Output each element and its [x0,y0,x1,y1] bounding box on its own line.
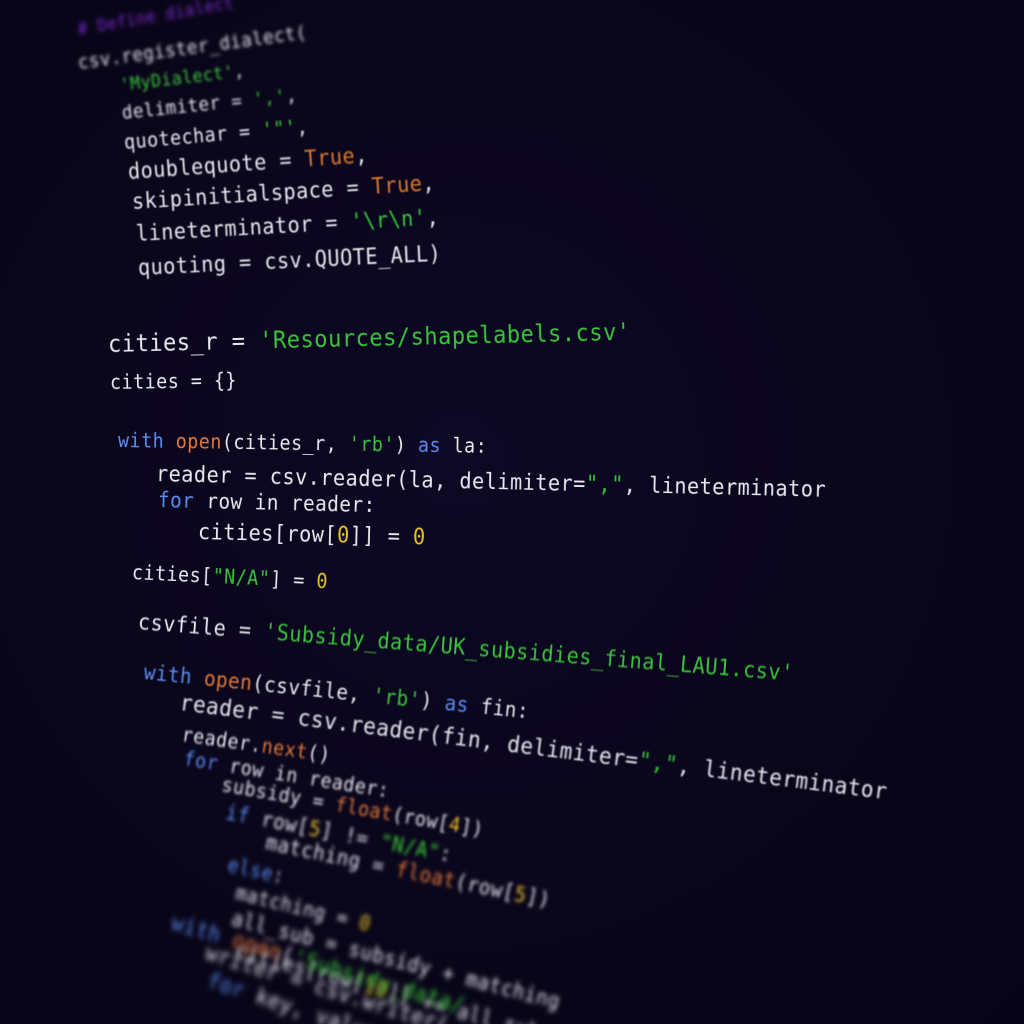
code-token: cities[ [131,560,214,588]
code-token: , lineterminator [676,752,889,806]
code-token: True [371,171,424,200]
code-token: with [142,660,206,691]
code-token: "," [636,748,680,779]
code-token: '"' [260,115,298,143]
code-token: open [175,428,223,454]
code-token: True [303,143,356,173]
code-token: "N/A" [212,563,271,591]
code-line: quoting = csv.QUOTE_ALL) [137,242,441,281]
code-token: ',' [252,85,288,111]
code-token: la: [440,433,488,458]
code-token: 'rb' [371,683,422,713]
code-token: (cities_r, [221,429,349,456]
code-token: 0 [315,568,329,594]
code-token: (row[ [453,869,518,906]
code-line: else: [225,852,287,888]
code-token: "," [585,472,625,499]
code-token: 'Resources/shapelabels.csv' [258,317,631,355]
code-token: lineterminator = [135,210,352,247]
code-token: 'Subsidy_data/UK_subsidies_final_LAU1.cs… [263,619,795,687]
code-token: ] = [269,566,317,593]
code-line: for row in reader: [158,488,376,517]
code-token: , [421,170,436,197]
code-token: 0 [412,525,426,551]
code-token: '\r\n' [349,206,428,236]
code-token: ]] = [349,523,414,551]
code-token: doublequote = [127,147,306,185]
code-token: , [232,60,246,83]
code-token: quotechar = [122,118,263,154]
code-token: as [443,690,471,718]
code-line: cities_r = 'Resources/shapelabels.csv' [108,318,631,358]
code-token: fin: [467,693,531,724]
code-token: else [225,852,276,886]
code-token: ]) [458,813,486,842]
code-token: as [417,432,442,458]
code-editor-background: # Define dialect csv.register_dialect('My… [0,0,1024,1024]
code-token: 'MyDialect' [118,61,236,96]
code-token: cities[row[ [197,520,338,549]
code-line: cities = {} [110,368,237,394]
code-token: , [354,143,369,169]
code-token: 0 [336,523,351,549]
code-token: cities = {} [109,368,238,394]
code-token: csvfile = [137,610,266,645]
code-token: , [425,205,440,231]
code-token: , [295,114,309,140]
code-token: delimiter = [120,88,255,124]
code-token: if [223,800,264,831]
code-token: open [202,666,254,696]
code-token: , lineterminator [623,473,827,503]
code-token: , [284,84,298,108]
code-token: with [117,428,176,453]
code-token: cities_r = [107,326,260,358]
code-token: quoting = csv.QUOTE_ALL) [137,241,442,281]
code-line: with open(cities_r, 'rb') as la: [118,428,488,458]
code-token: 'rb' [348,431,396,457]
code-token: () [305,740,333,768]
code-token: row in reader: [206,489,376,518]
code-token: (row[ [390,801,452,836]
code-token: ) [419,688,446,715]
code-token: ) [394,432,419,457]
code-line: cities["N/A"] = 0 [131,560,328,593]
code-line: cities[row[0]] = 0 [198,520,426,550]
code-token: ]) [524,884,553,913]
code-token: for [157,488,207,514]
